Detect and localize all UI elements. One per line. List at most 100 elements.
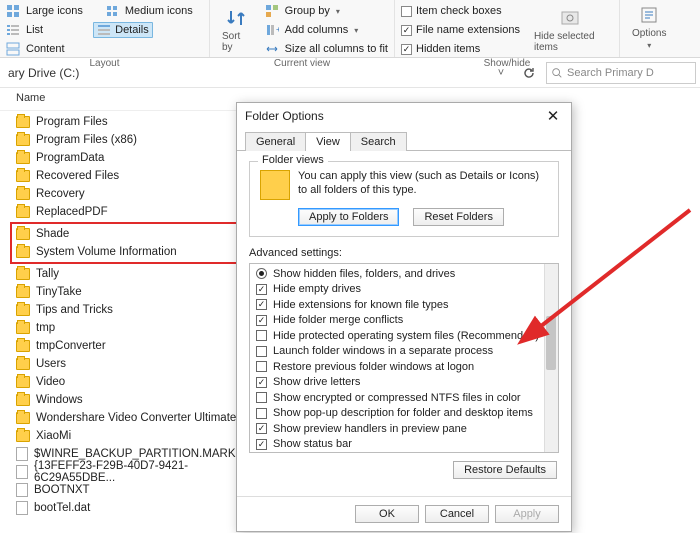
advanced-settings-list[interactable]: Show hidden files, folders, and drivesHi… — [249, 263, 559, 453]
folder-icon — [16, 246, 30, 258]
ribbon-group-layout: Large icons Medium icons List Details Co… — [0, 0, 210, 57]
folder-row[interactable]: tmpConverter — [0, 337, 250, 355]
advanced-option-label: Show pop-up description for folder and d… — [273, 407, 533, 419]
folder-icon — [16, 116, 30, 128]
list-label[interactable]: List — [26, 24, 43, 36]
add-columns-button[interactable]: + Add columns▾ — [265, 21, 388, 39]
folder-row[interactable]: Windows — [0, 391, 250, 409]
folder-icon — [16, 412, 30, 424]
cancel-button[interactable]: Cancel — [425, 505, 489, 523]
folder-icon — [16, 430, 30, 442]
advanced-option-label: Launch folder windows in a separate proc… — [273, 345, 493, 357]
folder-row[interactable]: Tally — [0, 265, 250, 283]
large-icons-label[interactable]: Large icons — [26, 5, 83, 17]
size-columns-button[interactable]: Size all columns to fit — [265, 40, 388, 58]
advanced-option[interactable]: Launch folder windows in a separate proc… — [256, 344, 542, 360]
column-header-name[interactable]: Name — [0, 88, 250, 111]
advanced-option[interactable]: Show pop-up description for folder and d… — [256, 406, 542, 422]
advanced-option-label: Hide protected operating system files (R… — [273, 330, 539, 342]
folder-row[interactable]: Wondershare Video Converter Ultimate — [0, 409, 250, 427]
advanced-option-label: Show preview handlers in preview pane — [273, 423, 467, 435]
advanced-option[interactable]: Hide protected operating system files (R… — [256, 328, 542, 344]
checkbox-icon — [256, 346, 267, 357]
folder-row[interactable]: Shade — [12, 225, 244, 243]
ok-button[interactable]: OK — [355, 505, 419, 523]
reset-folders-button[interactable]: Reset Folders — [413, 208, 503, 226]
item-name: tmp — [36, 322, 55, 334]
item-name: Program Files — [36, 116, 108, 128]
advanced-option[interactable]: Hide empty drives — [256, 282, 542, 298]
folder-row[interactable]: XiaoMi — [0, 427, 250, 445]
sort-icon — [226, 7, 248, 29]
tab-general[interactable]: General — [245, 132, 306, 151]
sort-by-button[interactable]: Sort by — [216, 2, 259, 58]
item-name: Video — [36, 376, 65, 388]
file-row[interactable]: {13FEFF23-F29B-40D7-9421-6C29A55DBE... — [0, 463, 250, 481]
checkbox-icon — [256, 377, 267, 388]
advanced-option[interactable]: Show preview handlers in preview pane — [256, 421, 542, 437]
search-box[interactable]: Search Primary D — [546, 62, 696, 84]
item-name: Recovered Files — [36, 170, 119, 182]
item-name: TinyTake — [36, 286, 82, 298]
folder-icon — [16, 322, 30, 334]
folder-row[interactable]: Video — [0, 373, 250, 391]
advanced-option[interactable]: Restore previous folder windows at logon — [256, 359, 542, 375]
checkbox-icon — [256, 315, 267, 326]
content-label[interactable]: Content — [26, 43, 65, 55]
options-button[interactable]: Options▾ — [626, 2, 672, 52]
dialog-close-button[interactable]: ✕ — [543, 107, 563, 125]
advanced-option[interactable]: Hide extensions for known file types — [256, 297, 542, 313]
file-row[interactable]: bootTel.dat — [0, 499, 250, 517]
advanced-option-label: Show drive letters — [273, 376, 360, 388]
advanced-option[interactable]: Hide folder merge conflicts — [256, 313, 542, 329]
folder-row[interactable]: Recovered Files — [0, 167, 250, 185]
folder-row[interactable]: Recovery — [0, 185, 250, 203]
restore-defaults-button[interactable]: Restore Defaults — [453, 461, 557, 479]
folder-icon — [16, 134, 30, 146]
svg-text:+: + — [276, 25, 279, 34]
folder-icon — [16, 188, 30, 200]
apply-to-folders-button[interactable]: Apply to Folders — [298, 208, 399, 226]
apply-button[interactable]: Apply — [495, 505, 559, 523]
details-view-selected[interactable]: Details — [93, 22, 153, 38]
history-dropdown[interactable]: ˅ — [490, 62, 512, 84]
hide-selected-icon — [559, 7, 581, 29]
item-name: $WINRE_BACKUP_PARTITION.MARKER — [34, 448, 251, 460]
folder-views-legend: Folder views — [258, 154, 328, 166]
folder-row[interactable]: Tips and Tricks — [0, 301, 250, 319]
refresh-button[interactable] — [518, 62, 540, 84]
hidden-items-toggle[interactable]: Hidden items — [401, 40, 520, 58]
checkbox-icon — [256, 284, 267, 295]
advanced-option[interactable]: Show status bar — [256, 437, 542, 453]
folder-row[interactable]: Program Files (x86) — [0, 131, 250, 149]
address-path[interactable]: ary Drive (C:) — [4, 66, 484, 80]
group-by-button[interactable]: Group by▾ — [265, 2, 388, 20]
folder-row[interactable]: System Volume Information — [12, 243, 244, 261]
hide-selected-button[interactable]: Hide selected items — [528, 2, 613, 58]
checkbox-icon — [256, 423, 267, 434]
folder-row[interactable]: TinyTake — [0, 283, 250, 301]
options-icon — [638, 4, 660, 26]
file-extensions-toggle[interactable]: File name extensions — [401, 21, 520, 39]
item-name: Tally — [36, 268, 59, 280]
item-name: Shade — [36, 228, 69, 240]
medium-icons-icon — [105, 4, 119, 18]
folder-row[interactable]: ProgramData — [0, 149, 250, 167]
advanced-option[interactable]: Show encrypted or compressed NTFS files … — [256, 390, 542, 406]
item-checkboxes-toggle[interactable]: Item check boxes — [401, 2, 520, 20]
advanced-option[interactable]: Show hidden files, folders, and drives — [256, 266, 542, 282]
tab-search[interactable]: Search — [350, 132, 407, 151]
folder-options-dialog: Folder Options ✕ General View Search Fol… — [236, 102, 572, 532]
folder-row[interactable]: tmp — [0, 319, 250, 337]
folder-row[interactable]: Program Files — [0, 113, 250, 131]
folder-icon — [16, 268, 30, 280]
item-name: bootTel.dat — [34, 502, 90, 514]
medium-icons-label[interactable]: Medium icons — [125, 5, 193, 17]
checkbox-icon — [256, 299, 267, 310]
folder-row[interactable]: ReplacedPDF — [0, 203, 250, 221]
folder-row[interactable]: Users — [0, 355, 250, 373]
tab-view[interactable]: View — [305, 132, 351, 151]
size-columns-icon — [265, 42, 279, 56]
advanced-scrollbar[interactable] — [544, 264, 558, 452]
advanced-option[interactable]: Show drive letters — [256, 375, 542, 391]
